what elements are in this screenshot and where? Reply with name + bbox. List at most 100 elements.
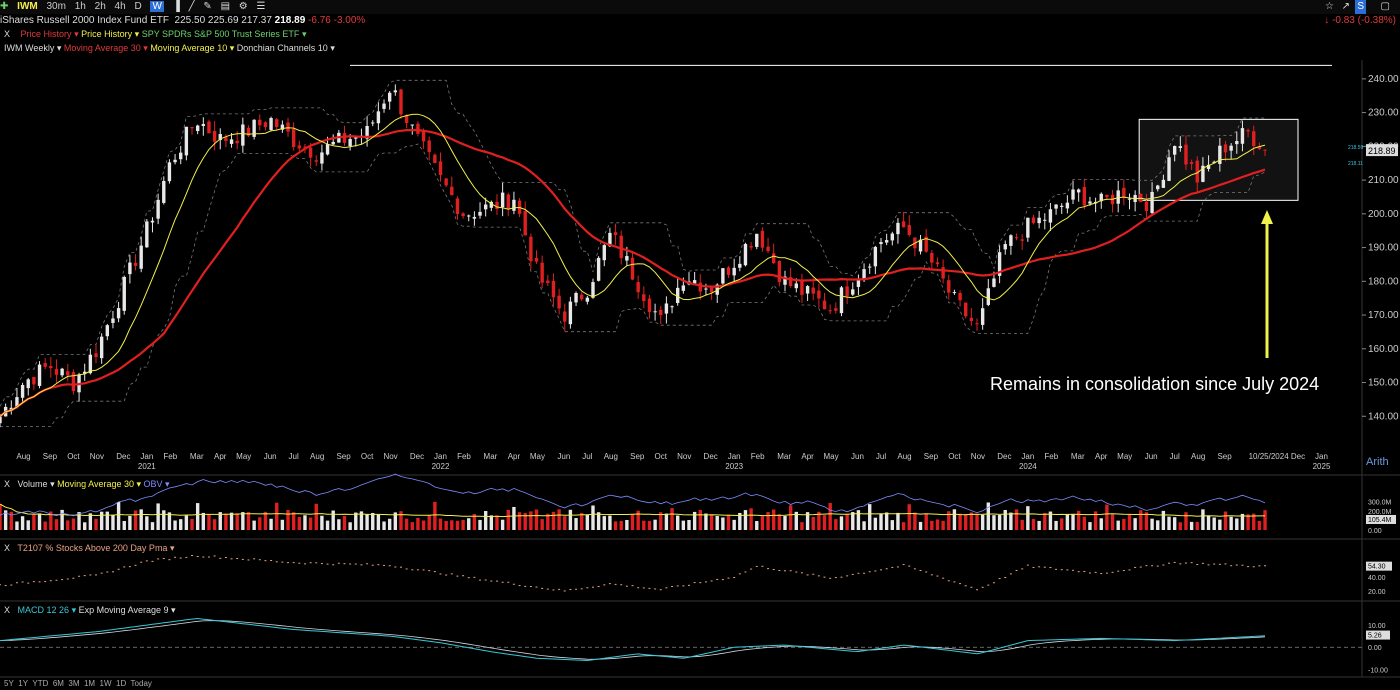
volume-bar [478, 519, 482, 530]
x-tick-label: Jun [264, 452, 277, 461]
volume-bar [557, 509, 561, 530]
range-1m[interactable]: 1M [84, 679, 95, 688]
x-year-label: 2021 [138, 462, 156, 471]
volume-bar [1189, 521, 1194, 530]
volume-bar [585, 514, 590, 530]
candle-body [506, 194, 510, 210]
range-1w[interactable]: 1W [100, 679, 112, 688]
candle-body [760, 230, 765, 248]
candle-body [455, 198, 460, 215]
x-tick-label: Jan [1021, 452, 1034, 461]
close-breadth-icon[interactable]: X [4, 543, 10, 553]
candle-body [325, 144, 330, 155]
breadth-label[interactable]: T2107 % Stocks Above 200 Day Pma [17, 543, 167, 553]
candle-body [0, 416, 2, 424]
x-tick-label: Dec [1291, 452, 1305, 461]
signal-label[interactable]: Exp Moving Average 9 [79, 605, 169, 615]
macd-tick-label: -10.00 [1368, 667, 1388, 674]
range-today[interactable]: Today [131, 679, 152, 688]
candle-body [94, 353, 98, 358]
range-ytd[interactable]: YTD [32, 679, 48, 688]
x-tick-label: Jun [1145, 452, 1158, 461]
volume-bar [534, 509, 539, 530]
volume-bar [179, 519, 183, 530]
candle-body [868, 266, 872, 268]
volume-bar [133, 510, 138, 530]
obv-label[interactable]: OBV [144, 479, 163, 489]
candle-body [438, 161, 443, 176]
volume-bar [122, 521, 126, 530]
x-tick-label: Jan [140, 452, 153, 461]
volume-bar [1229, 516, 1233, 530]
macd-label[interactable]: MACD 12 26 [18, 605, 70, 615]
x-tick-label: Apr [214, 452, 227, 461]
volume-bar [421, 520, 426, 530]
candle-body [179, 152, 183, 160]
volume-bar [1116, 520, 1120, 530]
candle-body [387, 92, 392, 102]
range-1y[interactable]: 1Y [18, 679, 28, 688]
volume-bar [952, 509, 957, 530]
volume-bar [772, 509, 776, 530]
volume-bar [958, 513, 962, 530]
candle-body [642, 294, 646, 302]
range-6m[interactable]: 6M [53, 679, 64, 688]
candle-body [540, 262, 544, 283]
volume-bar [834, 519, 838, 530]
volume-bar [128, 515, 132, 530]
volume-bar [297, 517, 302, 530]
x-tick-label: Jun [557, 452, 570, 461]
x-tick-label: Dec [997, 452, 1011, 461]
volume-bar [1003, 509, 1007, 530]
candle-body [659, 309, 663, 316]
candle-body [212, 130, 217, 142]
candle-body [167, 162, 172, 182]
candle-body [376, 111, 381, 124]
range-1d[interactable]: 1D [116, 679, 126, 688]
candle-body [800, 281, 804, 295]
candle-body [935, 262, 940, 265]
range-5y[interactable]: 5Y [4, 679, 14, 688]
candle-body [1246, 130, 1250, 132]
candle-body [534, 257, 539, 262]
price-tick-label: 160.00 [1368, 344, 1399, 355]
volume-bar [613, 521, 618, 530]
candle-body [749, 246, 753, 248]
candle-body [817, 290, 821, 299]
volume-bar [653, 519, 657, 530]
volume-bar [540, 519, 544, 530]
candle-body [1105, 194, 1109, 198]
candle-body [1043, 219, 1047, 221]
volume-bar [1212, 517, 1216, 530]
volume-bar [709, 514, 714, 530]
close-volume-icon[interactable]: X [4, 479, 10, 489]
volume-bar [551, 511, 556, 530]
candle-body [393, 90, 398, 93]
range-3m[interactable]: 3M [68, 679, 79, 688]
breadth-legend: X T2107 % Stocks Above 200 Day Pma ▾ [4, 543, 175, 553]
candle-body [772, 253, 776, 264]
candle-body [1156, 185, 1160, 190]
volume-bar [376, 514, 381, 530]
volume-bar [1246, 514, 1250, 530]
candle-body [1252, 131, 1256, 146]
macd-last-label: 5.26 [1368, 633, 1382, 640]
chart-canvas[interactable]: 140.00 150.00 160.00 170.00 180.00 190.00 200.… [0, 0, 1400, 690]
candle-body [1082, 186, 1087, 206]
volume-ma-label[interactable]: Moving Average 30 [57, 479, 134, 489]
x-tick-label: Oct [948, 452, 961, 461]
close-macd-icon[interactable]: X [4, 605, 10, 615]
scale-mode-button[interactable]: Arith [1366, 456, 1389, 468]
volume-label[interactable]: Volume [18, 479, 48, 489]
volume-bar [348, 522, 352, 530]
candle-body [743, 243, 748, 266]
volume-bar [54, 519, 59, 530]
candle-body [162, 181, 166, 203]
volume-bar [461, 519, 465, 530]
volume-bar [901, 522, 906, 530]
x-tick-label: Feb [163, 452, 177, 461]
candle-body [630, 257, 635, 280]
x-tick-label: Jan [728, 452, 741, 461]
volume-bar [111, 514, 115, 530]
x-tick-label: Aug [897, 452, 911, 461]
